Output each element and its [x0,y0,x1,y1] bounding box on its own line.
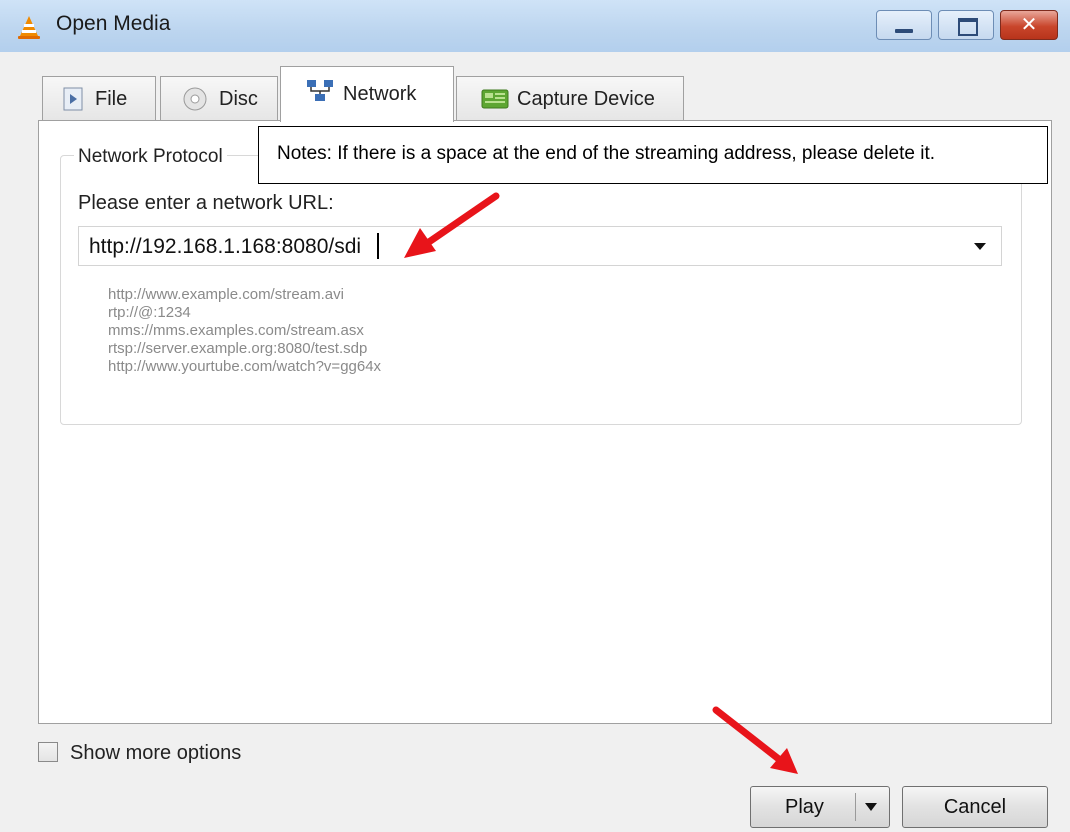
example-url: mms://mms.examples.com/stream.asx [108,322,364,339]
tab-file-label: File [95,88,128,110]
tab-network-label: Network [343,83,417,105]
maximize-icon [958,18,978,36]
network-icon [307,80,333,101]
minimize-button[interactable] [876,10,932,40]
close-icon: ✕ [1020,14,1038,36]
play-dropdown-chevron-icon[interactable] [863,800,879,814]
play-button-label: Play [785,796,824,818]
url-input[interactable]: http://192.168.1.168:8080/sdi [89,235,361,259]
play-button[interactable]: Play [750,786,890,828]
play-button-divider [855,793,856,821]
tab-disc[interactable]: Disc [160,76,278,120]
chevron-down-icon[interactable] [971,237,989,255]
example-url: rtsp://server.example.org:8080/test.sdp [108,340,368,357]
network-protocol-title: Network Protocol [74,146,227,168]
show-more-options-label[interactable]: Show more options [70,742,241,765]
example-url: http://www.yourtube.com/watch?v=gg64x [108,358,382,375]
disc-icon [183,87,207,111]
cancel-button-label: Cancel [943,796,1007,818]
url-prompt-label: Please enter a network URL: [78,192,334,214]
maximize-button[interactable] [938,10,994,40]
vlc-cone-icon [18,16,40,39]
annotation-note-text: Notes: If there is a space at the end of… [277,143,935,164]
title-bar: Open Media ✕ [0,0,1070,52]
tab-capture-device[interactable]: Capture Device [456,76,684,120]
tab-network[interactable]: Network [280,66,454,122]
url-combobox[interactable]: http://192.168.1.168:8080/sdi [78,226,1002,266]
cancel-button[interactable]: Cancel [902,786,1048,828]
tab-disc-label: Disc [219,88,258,110]
show-more-options-checkbox[interactable] [38,742,58,762]
tab-file[interactable]: File [42,76,156,120]
close-button[interactable]: ✕ [1000,10,1058,40]
annotation-note: Notes: If there is a space at the end of… [258,126,1048,184]
file-icon [63,87,83,111]
open-media-window: Open Media ✕ File Disc Network Capture D… [0,0,1070,832]
tab-capture-device-label: Capture Device [517,88,655,110]
url-examples: http://www.example.com/stream.avi rtp://… [108,286,381,376]
example-url: rtp://@:1234 [108,304,191,321]
window-title: Open Media [56,12,171,35]
example-url: http://www.example.com/stream.avi [108,286,344,303]
minimize-icon [895,29,913,33]
text-caret [377,233,379,259]
capture-device-icon [481,89,509,109]
